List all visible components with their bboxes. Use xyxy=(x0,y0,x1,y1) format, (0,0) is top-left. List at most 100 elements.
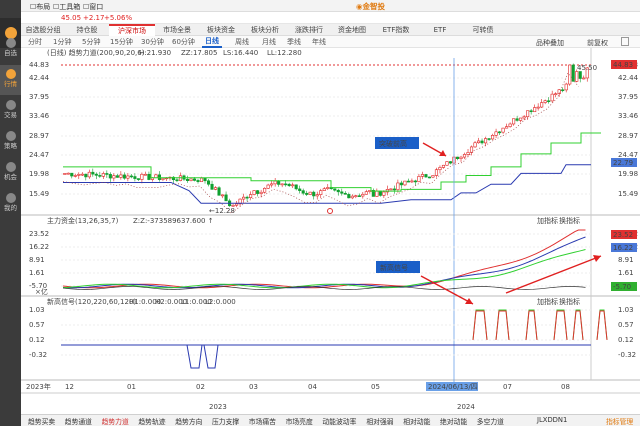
candle-body-89 xyxy=(375,190,379,197)
indicator-tab-4[interactable]: 趋势方向 xyxy=(175,416,202,426)
period-6[interactable]: 日线 xyxy=(202,36,222,48)
xaxis-label-8: 07 xyxy=(503,383,512,391)
indicator-tab-7[interactable]: 市场亮度 xyxy=(286,416,313,426)
sidebar-item-5[interactable]: 我的 xyxy=(0,189,21,219)
chart-area[interactable]: (日线) 趋势力道(200,90,20,6)H:21.930 ZZ:17.805 L… xyxy=(21,48,640,414)
layout-icon[interactable] xyxy=(621,37,629,46)
candle-body-116 xyxy=(469,146,474,153)
indicator-tab-12[interactable]: 多空力道 xyxy=(477,416,504,426)
stock-code[interactable]: JLXDDN1 xyxy=(537,416,567,424)
price-badge-top-text: 44.83 xyxy=(613,61,633,69)
menu-0[interactable]: ☐布局 xyxy=(30,2,50,12)
period-5[interactable]: 60分钟 xyxy=(169,36,198,48)
adjust-button[interactable]: 前复权 xyxy=(587,38,608,48)
candle-body-67 xyxy=(298,188,302,191)
tab-3[interactable]: 市场全景 xyxy=(155,24,199,36)
tab-1[interactable]: 持仓股 xyxy=(65,24,109,36)
candle-body-128 xyxy=(512,118,516,125)
candle-body-130 xyxy=(519,117,523,121)
candle-body-110 xyxy=(448,161,453,164)
candle-body-114 xyxy=(462,154,467,158)
sidebar-item-label: 自选 xyxy=(4,49,17,57)
candle-body-99 xyxy=(410,180,414,183)
candle-body-137 xyxy=(543,100,547,103)
main-ytick-left-7: 15.49 xyxy=(29,190,49,198)
tab-2[interactable]: 沪深市场 xyxy=(109,24,155,36)
period-4[interactable]: 30分钟 xyxy=(138,36,167,48)
candle-body-65 xyxy=(291,184,295,187)
candle-body-18 xyxy=(126,175,130,179)
fund-badge-text-0: 23.52 xyxy=(613,231,633,239)
candle-body-13 xyxy=(108,174,112,179)
candle-body-107 xyxy=(438,167,442,171)
candle-body-71 xyxy=(312,191,316,197)
indicator-tab-3[interactable]: 趋势轨迹 xyxy=(138,416,165,426)
indicator-tab-9[interactable]: 相对强弱 xyxy=(366,416,393,426)
indicator-tab-6[interactable]: 市场痛苦 xyxy=(249,416,276,426)
sidebar-item-4[interactable]: 机会 xyxy=(0,158,21,188)
date-cursor-label: 2024/06/13/四 xyxy=(428,383,478,391)
period-7[interactable]: 周线 xyxy=(232,36,252,48)
tab-8[interactable]: ETF指数 xyxy=(373,24,419,36)
candle-body-146 xyxy=(575,71,579,82)
fund-z-value: Z:Z:-373589637.600 ↑ xyxy=(133,217,214,225)
strategy-icon xyxy=(5,131,16,141)
candle-body-75 xyxy=(326,187,330,190)
tab-4[interactable]: 板块资金 xyxy=(199,24,243,36)
candle-body-2 xyxy=(70,172,74,177)
tab-7[interactable]: 资金地图 xyxy=(331,24,373,36)
tab-6[interactable]: 涨跌排行 xyxy=(287,24,331,36)
signal-ytick-right-0: 1.03 xyxy=(618,306,634,314)
candle-body-28 xyxy=(161,178,165,180)
candle-body-98 xyxy=(406,180,410,183)
sidebar-item-0[interactable]: 自选 xyxy=(0,34,21,64)
main-ytick-right-2: 37.95 xyxy=(618,93,638,101)
sidebar-item-1[interactable]: 行情 xyxy=(0,65,21,95)
menu-2[interactable]: ☐窗口 xyxy=(83,2,103,12)
sidebar-item-3[interactable]: 策略 xyxy=(0,127,21,157)
candle-body-134 xyxy=(533,107,537,113)
candle-body-41 xyxy=(206,180,211,185)
candle-body-79 xyxy=(340,191,344,194)
candle-body-135 xyxy=(536,106,540,109)
period-9[interactable]: 季线 xyxy=(284,36,304,48)
period-2[interactable]: 5分钟 xyxy=(79,36,103,48)
candle-body-14 xyxy=(112,175,116,179)
candle-body-123 xyxy=(494,131,498,136)
tab-10[interactable]: 可转债 xyxy=(461,24,505,36)
period-8[interactable]: 月线 xyxy=(259,36,279,48)
candle-body-23 xyxy=(143,173,147,176)
tab-0[interactable]: 自选股分组 xyxy=(21,24,65,36)
candle-body-120 xyxy=(483,138,488,144)
candle-body-132 xyxy=(526,110,530,118)
candle-body-20 xyxy=(133,176,137,179)
tab-5[interactable]: 板块分析 xyxy=(243,24,287,36)
period-1[interactable]: 1分钟 xyxy=(50,36,74,48)
tab-9[interactable]: ETF xyxy=(419,24,461,36)
period-0[interactable]: 分时 xyxy=(25,36,45,48)
overlay-button[interactable]: 品种叠加 xyxy=(536,38,564,48)
indicator-tab-0[interactable]: 趋势买卖 xyxy=(28,416,55,426)
candle-body-22 xyxy=(140,173,144,180)
sidebar-item-label: 策略 xyxy=(4,142,17,150)
sidebar-item-2[interactable]: 交易 xyxy=(0,96,21,126)
indicator-tab-11[interactable]: 绝对动能 xyxy=(440,416,467,426)
indicator-manage-button[interactable]: 指标管理 xyxy=(606,416,633,426)
candle-body-90 xyxy=(378,190,382,196)
indicator-tab-5[interactable]: 压力支撑 xyxy=(212,416,239,426)
period-3[interactable]: 15分钟 xyxy=(107,36,136,48)
indicator-tab-2[interactable]: 趋势力道 xyxy=(102,416,129,426)
candle-body-12 xyxy=(105,173,109,175)
indicator-tab-1[interactable]: 趋势通道 xyxy=(65,416,92,426)
candle-body-78 xyxy=(336,189,340,193)
candle-body-104 xyxy=(427,176,431,179)
candle-body-49 xyxy=(235,203,239,206)
candle-body-83 xyxy=(354,195,358,197)
period-10[interactable]: 年线 xyxy=(309,36,329,48)
candle-body-108 xyxy=(441,164,446,168)
indicator-tab-10[interactable]: 相对动能 xyxy=(403,416,430,426)
menu-1[interactable]: ☐工具箱 xyxy=(53,2,80,12)
candle-body-97 xyxy=(403,180,407,186)
indicator-tab-8[interactable]: 动能波动率 xyxy=(322,416,356,426)
candle-body-148 xyxy=(582,77,586,80)
